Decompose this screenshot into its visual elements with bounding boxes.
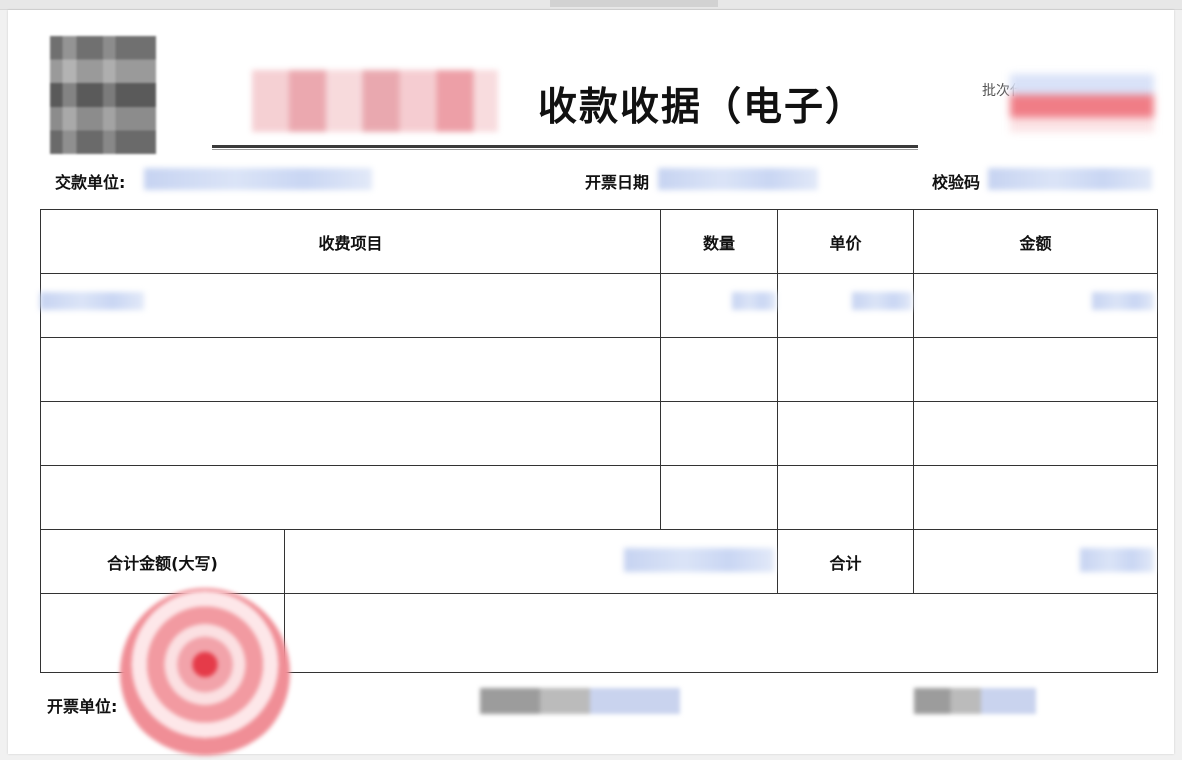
issue-date-label: 开票日期	[585, 173, 650, 192]
quantity-cell	[660, 401, 779, 466]
item-cell	[39, 465, 662, 530]
total-uppercase-label: 合计金额(大写)	[40, 529, 285, 594]
unit-price-cell	[777, 465, 915, 530]
amount-cell	[913, 401, 1159, 466]
header-item: 收费项目	[39, 209, 662, 274]
issue-date-value-redacted	[658, 168, 818, 190]
quantity-cell	[660, 465, 779, 530]
unit-price-cell	[777, 337, 915, 402]
viewer-tab[interactable]	[550, 0, 718, 7]
table-row	[39, 337, 1159, 402]
official-seal-redacted	[120, 588, 290, 758]
issuer-value-redacted	[480, 688, 680, 714]
item-cell	[39, 401, 662, 466]
issuer-label: 开票单位:	[47, 697, 118, 716]
header-amount: 金额	[913, 209, 1159, 274]
total-value-redacted	[1080, 548, 1154, 572]
header-unit-price: 单价	[777, 209, 915, 274]
table-row	[39, 401, 1159, 466]
quantity-value-redacted	[732, 292, 776, 310]
table-header-row: 收费项目 数量 单价 金额	[39, 209, 1159, 274]
organization-name-redacted	[252, 70, 498, 132]
amount-value-redacted	[1092, 292, 1154, 310]
amount-cell	[913, 465, 1159, 530]
unit-price-value-redacted	[852, 292, 912, 310]
viewer-top-bar	[0, 0, 1182, 10]
remarks-value	[283, 593, 1159, 673]
header-quantity: 数量	[660, 209, 779, 274]
total-label: 合计	[777, 529, 915, 594]
receipt-title: 收款收据（电子）	[538, 85, 867, 130]
table-row	[39, 273, 1159, 338]
check-code-value-redacted	[988, 168, 1152, 190]
title-underline-thin	[212, 149, 918, 150]
qr-code-redacted	[50, 36, 156, 154]
item-cell	[39, 337, 662, 402]
total-row: 合计金额(大写) 合计	[40, 529, 1159, 594]
payer-value-redacted	[144, 168, 372, 190]
title-underline	[212, 145, 918, 148]
batch-code-value-redacted	[1010, 74, 1154, 132]
quantity-cell	[660, 337, 779, 402]
payer-label: 交款单位:	[55, 173, 126, 192]
amount-cell	[913, 337, 1159, 402]
reviewer-value-redacted	[914, 688, 1036, 714]
item-value-redacted	[40, 292, 144, 310]
total-uppercase-value-redacted	[624, 548, 774, 572]
table-row	[39, 465, 1159, 530]
unit-price-cell	[777, 401, 915, 466]
check-code-label: 校验码	[932, 173, 981, 192]
